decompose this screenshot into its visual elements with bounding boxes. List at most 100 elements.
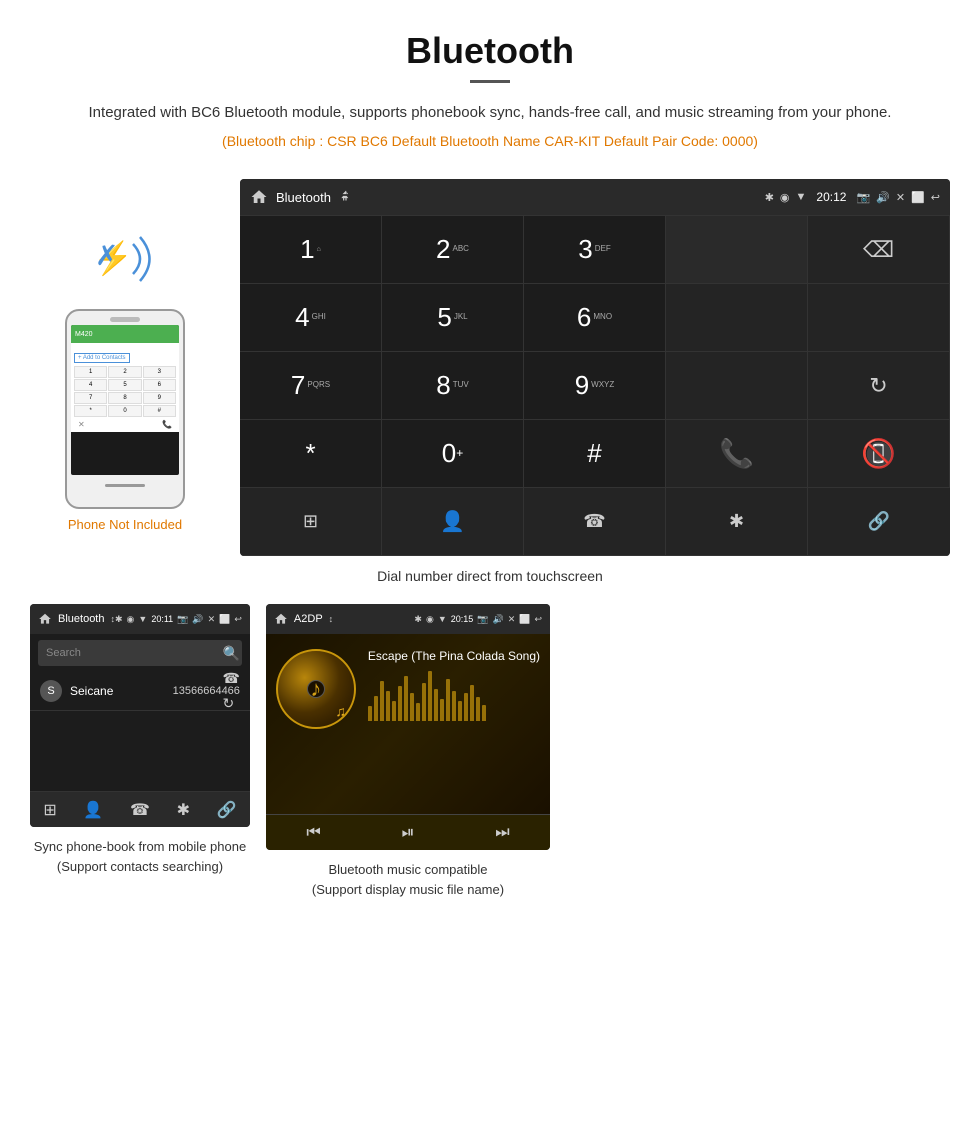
dial-key-0[interactable]: 0+ — [382, 420, 524, 488]
sync-action-icon[interactable]: ↻ — [222, 695, 239, 712]
dial-key-star[interactable]: * — [240, 420, 382, 488]
home-icon-small[interactable] — [38, 612, 52, 626]
phonebook-search[interactable]: Search — [38, 640, 242, 666]
phone-screen: M420 + Add to Contacts 1 2 3 4 5 6 7 8 9 — [71, 325, 179, 475]
dial-key-2[interactable]: 2ABC — [382, 216, 524, 284]
viz-bar — [374, 696, 378, 721]
camera-icon[interactable]: 📷 — [856, 191, 870, 204]
screen-header-right: ✱ ◉ ▼ 20:12 📷 🔊 ✕ ⬜ ↩ — [765, 190, 940, 204]
home-icon-music[interactable] — [274, 612, 288, 626]
dial-key-7[interactable]: 7PQRS — [240, 352, 382, 420]
phone-key: 9 — [143, 392, 176, 404]
viz-bar — [464, 693, 468, 721]
usb-icon-music: ↕ — [329, 614, 334, 624]
phonebook-caption: Sync phone-book from mobile phone (Suppo… — [30, 837, 250, 876]
end-call-button[interactable]: 📵 — [808, 420, 950, 488]
phone-key: 4 — [74, 379, 107, 391]
next-button[interactable]: ⏭ — [495, 824, 509, 842]
cam-pb-icon[interactable]: 📷 — [177, 614, 188, 625]
contacts-button[interactable]: 👤 — [382, 488, 524, 556]
phonebook-header: Bluetooth ↕ ✱ ◉ ▼ 20:11 📷 🔊 ✕ ⬜ ↩ — [30, 604, 250, 634]
play-pause-button[interactable]: ⏯ — [402, 824, 415, 842]
x-music[interactable]: ✕ — [508, 614, 516, 625]
grid-footer-icon[interactable]: ⊞ — [43, 800, 56, 820]
dial-key-9[interactable]: 9WXYZ — [524, 352, 666, 420]
home-icon[interactable] — [250, 188, 268, 206]
phone-footer-icon[interactable]: ☎ — [130, 800, 150, 820]
link-button[interactable]: 🔗 — [808, 488, 950, 556]
back-pb-icon[interactable]: ↩ — [234, 614, 242, 625]
phone-key: 7 — [74, 392, 107, 404]
dial-key-4[interactable]: 4GHI — [240, 284, 382, 352]
phone-dialpad: 1 2 3 4 5 6 7 8 9 * 0 # — [74, 366, 176, 417]
person-footer-icon[interactable]: 👤 — [83, 800, 103, 820]
dial-display-area — [666, 216, 808, 284]
close-icon[interactable]: ✕ — [896, 191, 905, 204]
dial-key-6[interactable]: 6MNO — [524, 284, 666, 352]
phone-key: 5 — [108, 379, 141, 391]
bottom-panels: Bluetooth ↕ ✱ ◉ ▼ 20:11 📷 🔊 ✕ ⬜ ↩ — [0, 604, 980, 919]
phone-key: 6 — [143, 379, 176, 391]
reload-icon: ↻ — [869, 373, 887, 399]
viz-bar — [446, 679, 450, 721]
time-music: 20:15 — [451, 614, 474, 625]
x-pb-icon[interactable]: ✕ — [208, 614, 216, 625]
phonebook-footer: ⊞ 👤 ☎ ✱ 🔗 — [30, 791, 250, 827]
music-status: ✱ ◉ ▼ 20:15 📷 🔊 ✕ ⬜ ↩ — [414, 614, 542, 625]
search-action-icon[interactable]: 🔍 — [222, 645, 239, 662]
album-art: ♪ ♫ — [276, 649, 356, 729]
music-caption-line2: (Support display music file name) — [312, 882, 504, 897]
music-header: A2DP ↕ ✱ ◉ ▼ 20:15 📷 🔊 ✕ ⬜ ↩ — [266, 604, 550, 634]
backspace-button[interactable]: ⌫ — [808, 216, 950, 284]
link-icon: 🔗 — [868, 511, 890, 532]
sq-pb-icon[interactable]: ⬜ — [219, 614, 230, 625]
dial-screen: Bluetooth ✱ ◉ ▼ 20:12 📷 🔊 ✕ ⬜ ↩ — [240, 179, 950, 556]
page-header: Bluetooth Integrated with BC6 Bluetooth … — [0, 0, 980, 179]
phone-key: * — [74, 405, 107, 417]
bluetooth-button[interactable]: ✱ — [666, 488, 808, 556]
phone-key: 8 — [108, 392, 141, 404]
call-button[interactable]: 📞 — [666, 420, 808, 488]
person-icon: 👤 — [440, 509, 465, 534]
dial-key-5[interactable]: 5JKL — [382, 284, 524, 352]
phone-section: ✗ ⚡ M420 + Add to Contacts 1 2 — [30, 179, 220, 556]
reload-button[interactable]: ↻ — [808, 352, 950, 420]
back-music[interactable]: ↩ — [534, 614, 542, 625]
viz-bar — [428, 671, 432, 721]
phone-button[interactable]: ☎ — [524, 488, 666, 556]
dial-screen-header: Bluetooth ✱ ◉ ▼ 20:12 📷 🔊 ✕ ⬜ ↩ — [240, 179, 950, 215]
back-icon[interactable]: ↩ — [931, 191, 940, 204]
viz-bar — [368, 706, 372, 721]
bt-pb-icon: ✱ — [115, 614, 123, 625]
viz-bar — [422, 683, 426, 721]
bt-footer-icon[interactable]: ✱ — [177, 800, 190, 820]
pb-action-icons: 🔍 ☎ ↻ — [217, 640, 244, 717]
contact-avatar: S — [40, 680, 62, 702]
contacts-list-area — [30, 711, 250, 791]
screen-header-left: Bluetooth — [250, 188, 353, 206]
dial-empty-2 — [808, 284, 950, 352]
dialpad-view-button[interactable]: ⊞ — [240, 488, 382, 556]
phone-speaker — [110, 317, 140, 322]
expand-icon[interactable]: ⬜ — [911, 191, 925, 204]
cam-music[interactable]: 📷 — [477, 614, 488, 625]
sq-music[interactable]: ⬜ — [519, 614, 530, 625]
prev-button[interactable]: ⏮ — [306, 824, 320, 842]
vol-pb-icon[interactable]: 🔊 — [192, 614, 203, 625]
music-info: Escape (The Pina Colada Song) — [368, 649, 540, 799]
search-placeholder: Search — [46, 647, 81, 659]
link-footer-icon[interactable]: 🔗 — [217, 800, 237, 820]
vol-music[interactable]: 🔊 — [493, 614, 504, 625]
dial-key-1[interactable]: 1⌂ — [240, 216, 382, 284]
call-action-icon[interactable]: ☎ — [222, 670, 239, 687]
call-red-icon: 📵 — [861, 437, 896, 470]
loc-music-icon: ◉ — [426, 614, 434, 625]
phone-screen-content: + Add to Contacts 1 2 3 4 5 6 7 8 9 * 0 … — [71, 343, 179, 432]
dial-key-3[interactable]: 3DEF — [524, 216, 666, 284]
phonebook-status: ✱ ◉ ▼ 20:11 📷 🔊 ✕ ⬜ ↩ — [115, 614, 242, 625]
song-name: Escape (The Pina Colada Song) — [368, 649, 540, 663]
dial-key-hash[interactable]: # — [524, 420, 666, 488]
dial-key-8[interactable]: 8TUV — [382, 352, 524, 420]
volume-icon[interactable]: 🔊 — [876, 191, 890, 204]
phone-not-included-label: Phone Not Included — [68, 517, 182, 532]
